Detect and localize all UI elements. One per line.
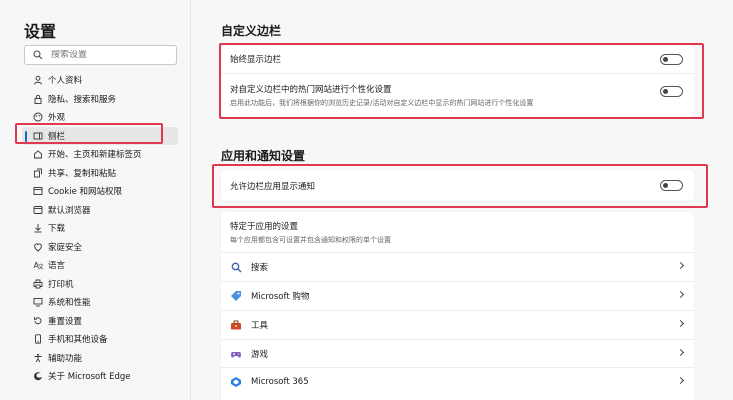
home-icon (32, 149, 43, 160)
app-specific-card: 特定于应用的设置 每个应用都包含可设置并包含通知和权限的单个设置 搜索 Micr… (221, 212, 694, 400)
app-label: 游戏 (251, 350, 269, 360)
app-row-search[interactable]: 搜索 (221, 253, 694, 281)
sidebar-item-label: 辅助功能 (48, 353, 83, 364)
edge-icon (32, 371, 43, 382)
sidebar-item-label: 语言 (48, 261, 66, 272)
reset-icon (32, 315, 43, 326)
sidebar-item-label: 系统和性能 (48, 298, 91, 309)
chevron-right-icon (676, 319, 685, 328)
app-row-tools[interactable]: 工具 (221, 311, 694, 339)
chevron-right-icon (676, 290, 685, 299)
download-icon (32, 223, 43, 234)
sidebar-item-highlight-box (15, 123, 163, 144)
sidebar-item-label: 默认浏览器 (48, 205, 91, 216)
app-label: Microsoft 365 (251, 377, 309, 387)
search-settings-box[interactable] (24, 45, 177, 65)
sidebar-item-phone[interactable]: 手机和其他设备 (22, 330, 178, 349)
sidebar-item-system[interactable]: 系统和性能 (22, 293, 178, 312)
settings-title: 设置 (24, 22, 57, 41)
sidebar-item-about-edge[interactable]: 关于 Microsoft Edge (22, 367, 178, 386)
app-specific-title: 特定于应用的设置 (230, 221, 299, 232)
sidebar-item-accessibility[interactable]: 辅助功能 (22, 349, 178, 368)
sidebar-item-label: 下载 (48, 224, 66, 235)
games-icon (230, 348, 242, 360)
microsoft365-icon (230, 376, 242, 388)
system-icon (32, 297, 43, 308)
app-label: Microsoft 购物 (251, 292, 310, 302)
app-label: 搜索 (251, 263, 269, 273)
custom-sidebar-highlight-box (219, 43, 704, 119)
sidebar-item-label: 隐私、搜索和服务 (48, 94, 117, 105)
chevron-right-icon (676, 376, 685, 385)
sidebar-item-label: 共享、复制和粘贴 (48, 168, 117, 179)
sidebar-item-default-browser[interactable]: 默认浏览器 (22, 201, 178, 220)
toolbox-icon (230, 319, 242, 331)
phone-icon (32, 334, 43, 345)
printer-icon (32, 278, 43, 289)
chevron-right-icon (676, 348, 685, 357)
sidebar-item-share[interactable]: 共享、复制和粘贴 (22, 164, 178, 183)
search-settings-input[interactable] (51, 50, 161, 60)
app-notifications-title: 应用和通知设置 (221, 149, 306, 163)
allow-notify-highlight-box (212, 164, 708, 208)
app-row-microsoft365[interactable]: Microsoft 365 (221, 368, 694, 396)
app-label: 工具 (251, 321, 269, 331)
family-icon (32, 241, 43, 252)
settings-sidebar: 设置 个人资料 隐私、搜索和服务 外观 侧栏 开始、主页和新建标签页 (0, 0, 191, 400)
settings-nav: 个人资料 隐私、搜索和服务 外观 侧栏 开始、主页和新建标签页 共享、复制和粘贴… (22, 71, 178, 386)
sidebar-item-language[interactable]: A文 语言 (22, 256, 178, 275)
sidebar-item-privacy[interactable]: 隐私、搜索和服务 (22, 90, 178, 109)
sidebar-item-label: 关于 Microsoft Edge (48, 372, 131, 383)
app-row-games[interactable]: 游戏 (221, 340, 694, 368)
app-specific-description: 每个应用都包含可设置并包含通知和权限的单个设置 (230, 235, 391, 244)
settings-main: 自定义边栏 始终显示边栏 对自定义边栏中的热门网站进行个性化设置 启用此功能后，… (191, 0, 733, 400)
sidebar-item-label: 开始、主页和新建标签页 (48, 150, 142, 161)
sidebar-item-label: 个人资料 (48, 76, 83, 87)
sidebar-item-label: 手机和其他设备 (48, 335, 108, 346)
sidebar-item-downloads[interactable]: 下载 (22, 219, 178, 238)
search-icon (33, 50, 43, 60)
chevron-right-icon (676, 261, 685, 270)
sidebar-item-profile[interactable]: 个人资料 (22, 71, 178, 90)
language-icon: A文 (32, 260, 43, 271)
lock-icon (32, 93, 43, 104)
sidebar-item-reset[interactable]: 重置设置 (22, 312, 178, 331)
sidebar-item-label: 外观 (48, 113, 66, 124)
sidebar-item-label: Cookie 和网站权限 (48, 187, 123, 198)
cookie-icon (32, 186, 43, 197)
app-row-shopping[interactable]: Microsoft 购物 (221, 282, 694, 310)
sidebar-item-printer[interactable]: 打印机 (22, 275, 178, 294)
svg-text:文: 文 (38, 263, 43, 270)
app-specific-header: 特定于应用的设置 每个应用都包含可设置并包含通知和权限的单个设置 (221, 212, 694, 252)
shopping-tag-icon (230, 290, 242, 302)
share-icon (32, 167, 43, 178)
appearance-icon (32, 112, 43, 123)
sidebar-item-start-home[interactable]: 开始、主页和新建标签页 (22, 145, 178, 164)
browser-icon (32, 204, 43, 215)
profile-icon (32, 75, 43, 86)
search-icon (230, 261, 242, 273)
accessibility-icon (32, 352, 43, 363)
sidebar-item-label: 打印机 (48, 279, 74, 290)
sidebar-item-label: 家庭安全 (48, 242, 83, 253)
sidebar-item-cookies[interactable]: Cookie 和网站权限 (22, 182, 178, 201)
custom-sidebar-title: 自定义边栏 (221, 24, 282, 38)
sidebar-item-label: 重置设置 (48, 316, 83, 327)
sidebar-item-family[interactable]: 家庭安全 (22, 238, 178, 257)
